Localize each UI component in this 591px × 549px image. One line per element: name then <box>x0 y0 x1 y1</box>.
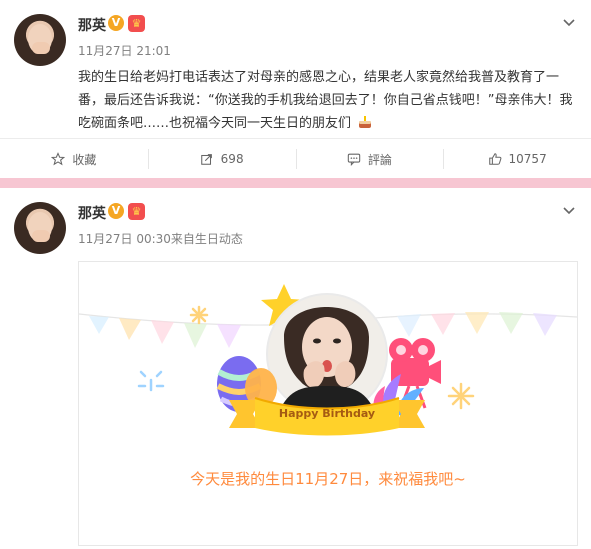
post-timestamp[interactable]: 11月27日 21:01 <box>78 42 171 59</box>
avatar-hand <box>32 230 50 242</box>
birthday-card[interactable]: Happy Birthday 今天是我的生日11月27日，来祝福我吧~ <box>78 261 578 546</box>
chevron-down-icon[interactable] <box>561 202 577 218</box>
birthday-illustration: Happy Birthday <box>79 284 577 436</box>
portrait-photo <box>266 293 388 415</box>
repost-button[interactable]: 698 <box>147 139 296 179</box>
verified-badge-icon: V <box>108 15 124 31</box>
avatar[interactable] <box>14 202 66 254</box>
comment-icon <box>347 152 361 166</box>
vip-crown-icon: ♛ <box>128 15 145 32</box>
like-icon <box>488 152 502 166</box>
action-bar: 收藏 698 評論 10757 <box>0 138 591 179</box>
star-icon <box>51 152 66 166</box>
cake-emoji-icon <box>357 114 373 128</box>
favorite-button[interactable]: 收藏 <box>0 139 148 179</box>
sparkle-left <box>189 305 209 325</box>
weibo-post-2: 那英 V ♛ 11月27日 00:30来自生日动态 Happy Birthday… <box>0 188 591 549</box>
like-count: 10757 <box>508 152 547 166</box>
repost-count: 698 <box>220 152 244 166</box>
post-body: 我的生日给老妈打电话表达了对母亲的感恩之心，结果老人家竟然给我普及教育了一番，最… <box>78 70 573 131</box>
vip-crown-icon: ♛ <box>128 203 145 220</box>
favorite-label: 收藏 <box>72 152 97 167</box>
comment-label: 評論 <box>367 152 392 167</box>
verified-badge-icon: V <box>108 203 124 219</box>
sparkle-blue <box>137 370 165 392</box>
avatar[interactable] <box>14 14 66 66</box>
post-timestamp[interactable]: 11月27日 00:30来自生日动态 <box>78 230 243 247</box>
sparkle-right <box>447 382 475 410</box>
like-button[interactable]: 10757 <box>443 139 591 179</box>
post-divider <box>0 178 591 188</box>
user-name[interactable]: 那英 <box>78 15 106 35</box>
weibo-post-1: 那英 V ♛ 11月27日 21:01 我的生日给老妈打电话表达了对母亲的感恩之… <box>0 0 591 178</box>
comment-button[interactable]: 評論 <box>295 139 444 179</box>
share-icon <box>200 152 214 166</box>
birthday-message[interactable]: 今天是我的生日11月27日，来祝福我吧~ <box>79 468 577 489</box>
chevron-down-icon[interactable] <box>561 14 577 30</box>
user-name[interactable]: 那英 <box>78 203 106 223</box>
post-text: 我的生日给老妈打电话表达了对母亲的感恩之心，结果老人家竟然给我普及教育了一番，最… <box>78 66 578 135</box>
avatar-hand <box>32 42 50 54</box>
happy-birthday-text: Happy Birthday <box>279 407 375 420</box>
